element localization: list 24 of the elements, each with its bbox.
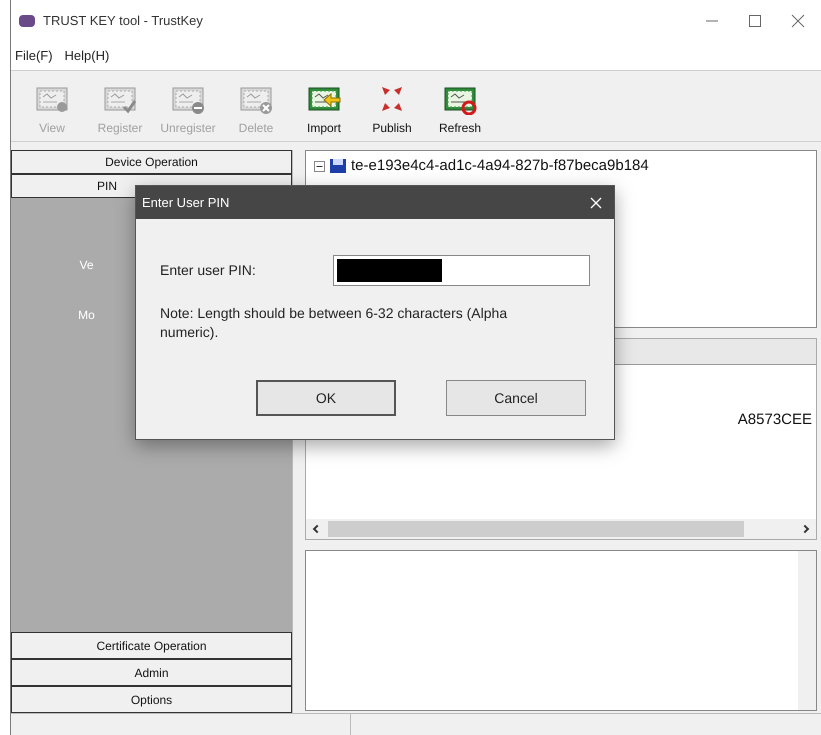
toolbar-button[interactable]: Refresh [431, 83, 489, 137]
scroll-thumb[interactable] [328, 521, 744, 537]
toolbar-button[interactable]: Import [295, 83, 353, 137]
field-label: Enter user PIN: [160, 261, 257, 280]
menu-item[interactable]: File(F) [15, 46, 53, 66]
vertical-scrollbar[interactable] [798, 551, 816, 710]
section-button[interactable]: Options [11, 686, 292, 713]
list-cell-text: A8573CEE [738, 410, 812, 430]
tree-item[interactable]: te-e193e4c4-ad1c-4a94-827b-f87beca9b184 [351, 155, 649, 178]
menu-item[interactable]: Help(H) [64, 46, 110, 66]
dialog-button[interactable]: Cancel [446, 380, 586, 416]
window-title: TRUST KEY tool - TrustKey [43, 12, 203, 30]
section-button[interactable]: Admin [11, 659, 292, 686]
note-text: Note: Length should be between 6-32 characters (Alpha numeric). [160, 304, 508, 342]
maximize-icon[interactable] [749, 15, 761, 27]
pin-field[interactable] [333, 255, 590, 286]
dialog-title: Enter User PIN [142, 194, 230, 212]
collapse-icon[interactable] [314, 160, 325, 172]
section-button[interactable]: Certificate Operation [11, 632, 292, 659]
app-logo-icon [19, 15, 35, 27]
close-icon[interactable] [791, 14, 805, 28]
section-button[interactable]: Device Operation [11, 150, 292, 174]
dialog-button[interactable]: OK [256, 380, 396, 416]
toolbar-button[interactable]: Publish [363, 83, 421, 137]
